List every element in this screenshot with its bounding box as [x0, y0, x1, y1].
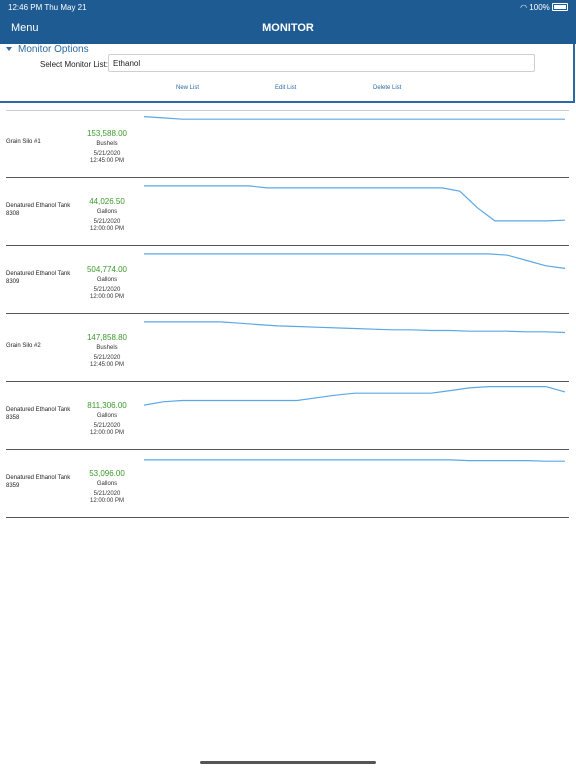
trend-sparkline — [144, 321, 566, 334]
tank-value: 147,858.80 — [86, 333, 128, 342]
trend-line — [144, 459, 565, 462]
tank-unit: Gallons — [96, 277, 118, 283]
tank-date: 5/21/2020 — [93, 287, 121, 293]
trend-sparkline — [144, 116, 565, 120]
tank-date: 5/21/2020 — [93, 219, 121, 225]
tank-name: Denatured Ethanol Tank 8359 — [6, 475, 71, 489]
trend-sparkline — [144, 385, 566, 406]
edit-list-button[interactable]: Edit List — [275, 85, 296, 91]
trend-line — [144, 116, 565, 120]
tank-time: 12:00:00 PM — [89, 430, 125, 436]
trend-line — [144, 385, 566, 406]
tank-unit: Gallons — [96, 209, 118, 215]
tank-value: 153,588.00 — [86, 129, 128, 138]
tank-value: 44,026.50 — [89, 197, 125, 206]
trend-sparkline — [144, 253, 566, 269]
tank-time: 12:00:00 PM — [89, 226, 125, 232]
home-indicator — [200, 761, 376, 764]
wifi-icon: ◠ — [520, 3, 528, 12]
app-header: 12:46 PM Thu May 21 ◠ 100% Menu MONITOR — [0, 0, 576, 44]
tank-unit: Bushels — [96, 345, 118, 351]
tank-value: 53,096.00 — [89, 469, 125, 478]
status-time-date: 12:46 PM Thu May 21 — [8, 3, 87, 12]
status-bar: 12:46 PM Thu May 21 ◠ 100% — [8, 2, 568, 14]
tank-unit: Gallons — [96, 413, 118, 419]
page-title: MONITOR — [262, 22, 314, 34]
tank-date: 5/21/2020 — [93, 151, 121, 157]
monitor-row[interactable]: Denatured Ethanol Tank 8309 504,774.00 Gal… — [6, 246, 569, 314]
delete-list-button[interactable]: Delete List — [373, 85, 401, 91]
trend-line — [144, 253, 566, 269]
monitor-row[interactable]: Denatured Ethanol Tank 8359 53,096.00 Gall… — [6, 450, 569, 518]
tank-time: 12:00:00 PM — [89, 294, 125, 300]
tank-time: 12:00:00 PM — [89, 498, 125, 504]
battery-icon — [552, 3, 568, 11]
tank-time: 12:45:00 PM — [89, 158, 125, 164]
triangle-down-icon — [6, 47, 12, 51]
tank-name: Grain Silo #2 — [6, 343, 41, 349]
tank-name: Denatured Ethanol Tank 8308 — [6, 203, 71, 217]
tank-value: 811,306.00 — [87, 401, 127, 410]
monitor-row[interactable]: Denatured Ethanol Tank 8308 44,026.50 Gall… — [6, 178, 569, 246]
tank-date: 5/21/2020 — [93, 491, 121, 497]
new-list-button[interactable]: New List — [176, 85, 199, 91]
monitor-list-select[interactable]: Ethanol — [108, 54, 535, 72]
monitor-row[interactable]: Denatured Ethanol Tank 8358 811,306.00 Gal… — [6, 382, 569, 450]
tank-name: Grain Silo #1 — [6, 139, 41, 145]
tank-value: 504,774.00 — [86, 265, 128, 274]
status-battery: ◠ 100% — [520, 3, 568, 12]
tank-unit: Gallons — [96, 481, 118, 487]
tank-name: Denatured Ethanol Tank 8358 — [6, 407, 71, 421]
nav-bar: Menu MONITOR — [0, 18, 576, 40]
monitor-options-panel: Monitor Options Select Monitor List: Eth… — [0, 44, 575, 103]
select-monitor-list-label: Select Monitor List: — [40, 60, 109, 69]
trend-line — [144, 321, 566, 334]
monitor-row[interactable]: Grain Silo #2 147,858.80 Bushels 5/21/2020 1… — [6, 314, 569, 382]
trend-line — [144, 185, 566, 222]
monitor-options-toggle[interactable]: Monitor Options — [6, 44, 89, 55]
tank-time: 12:45:00 PM — [89, 362, 125, 368]
tank-unit: Bushels — [96, 141, 118, 147]
monitor-row[interactable]: Grain Silo #1 153,588.00 Bushels 5/21/2020 1… — [6, 110, 569, 178]
tank-date: 5/21/2020 — [93, 423, 121, 429]
tank-date: 5/21/2020 — [93, 355, 121, 361]
trend-sparkline — [144, 185, 566, 222]
tank-name: Denatured Ethanol Tank 8309 — [6, 271, 71, 285]
trend-sparkline — [144, 459, 565, 462]
